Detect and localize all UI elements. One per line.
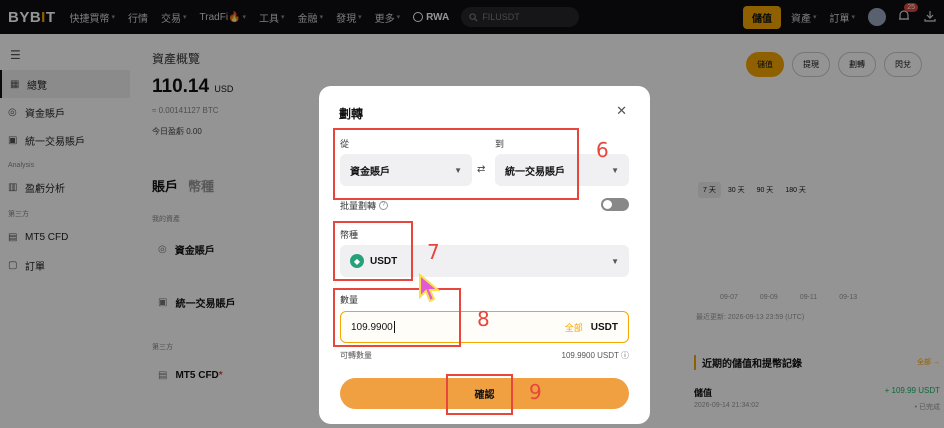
- annotation-box-7: [333, 221, 413, 281]
- max-all-button[interactable]: 全部: [565, 321, 583, 334]
- available-amount: 109.9900 USDT ⓘ: [561, 351, 629, 360]
- modal-title: 劃轉: [339, 107, 364, 121]
- amount-unit: USDT: [590, 321, 618, 333]
- annotation-number-9: 9: [529, 380, 542, 404]
- annotation-number-8: 8: [477, 307, 490, 331]
- annotation-box-9: [446, 374, 513, 415]
- annotation-number-6: 6: [596, 138, 609, 162]
- available-label: 可轉數量: [340, 351, 372, 360]
- annotation-box-8: [333, 288, 461, 347]
- close-icon[interactable]: ✕: [616, 103, 627, 119]
- batch-transfer-label: 批量劃轉?: [340, 199, 389, 212]
- annotation-box-6: [333, 128, 579, 200]
- caret-down-icon: ▼: [611, 165, 619, 175]
- batch-transfer-toggle[interactable]: [601, 198, 629, 211]
- annotation-number-7: 7: [427, 240, 440, 264]
- help-icon[interactable]: ?: [379, 201, 389, 210]
- mouse-cursor-icon: [419, 273, 440, 303]
- caret-down-icon: ▼: [611, 256, 619, 266]
